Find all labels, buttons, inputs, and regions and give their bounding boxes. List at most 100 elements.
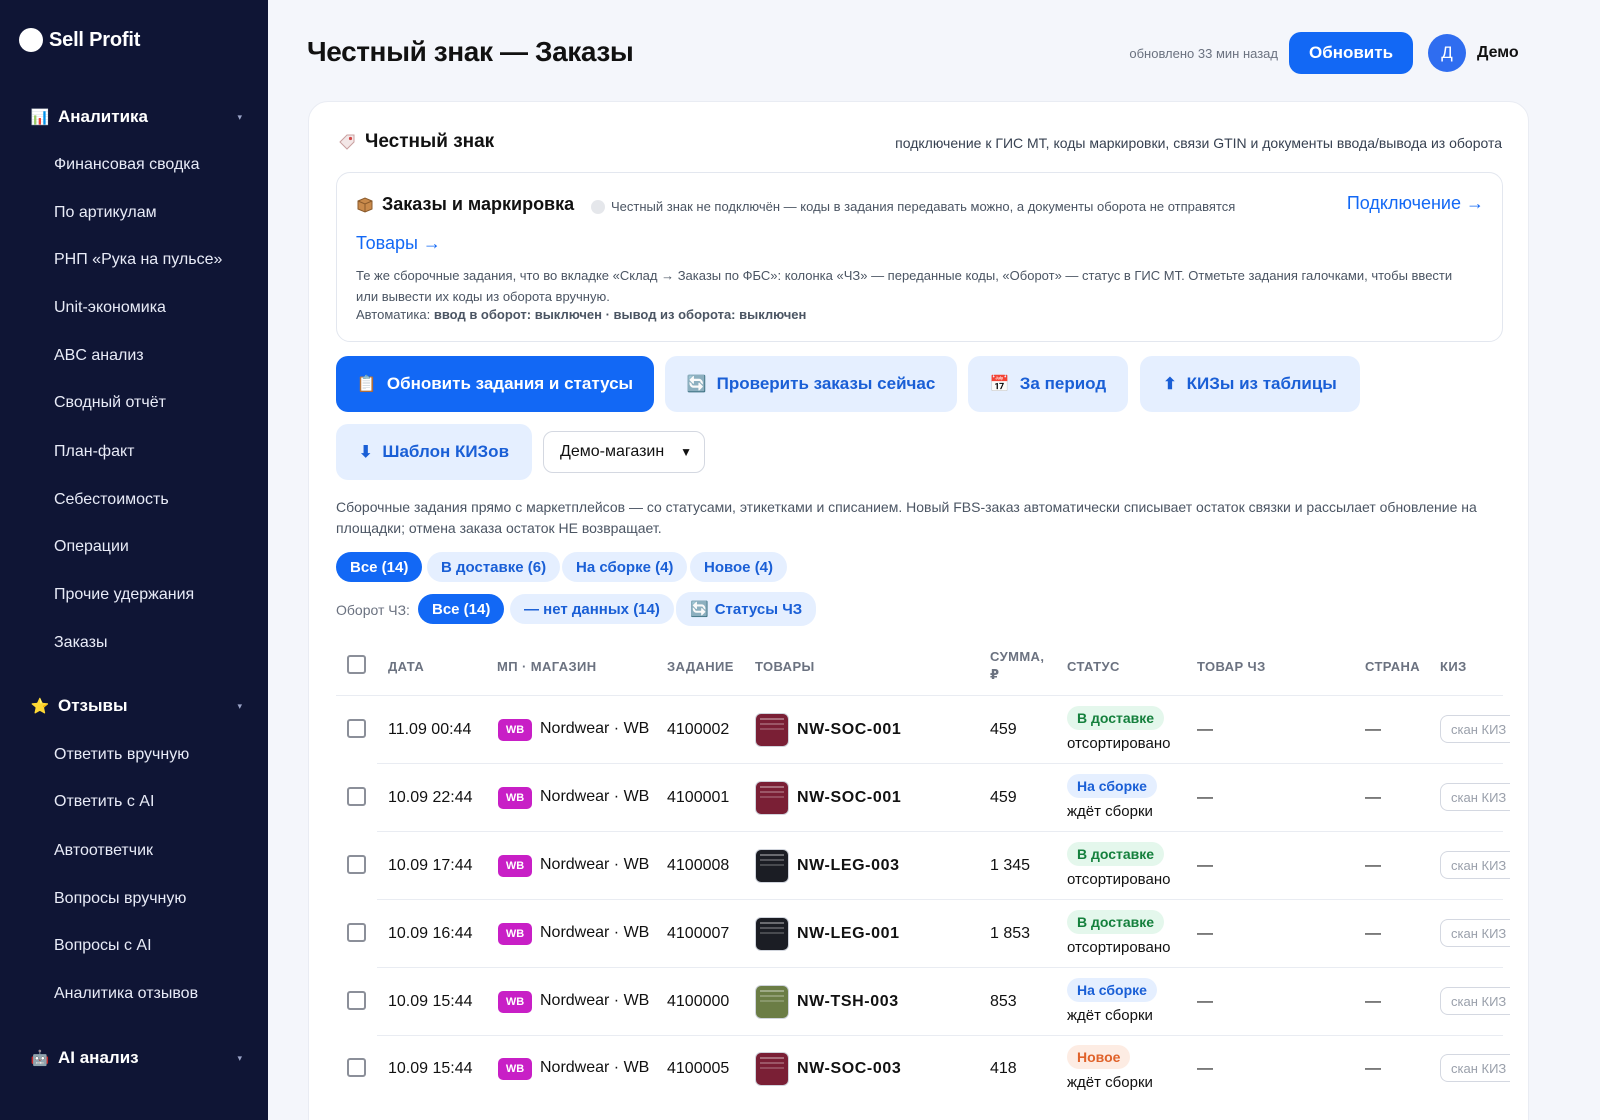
updated-timestamp: обновлено 33 мин назад <box>1129 46 1278 61</box>
row-checkbox[interactable] <box>347 719 366 738</box>
update-tasks-button[interactable]: 📋 Обновить задания и статусы <box>336 356 654 412</box>
sidebar-item-other-deductions[interactable]: Прочие удержания <box>54 586 194 604</box>
row-date: 10.09 15:44 <box>388 1060 473 1077</box>
row-sku[interactable]: NW-SOC-001 <box>797 721 901 739</box>
row-sum: 459 <box>990 721 1017 738</box>
brand[interactable]: Sell Profit <box>19 28 140 52</box>
sidebar-item-questions-ai[interactable]: Вопросы с AI <box>54 937 152 955</box>
robot-icon: 🤖 <box>30 1050 50 1067</box>
chevron-down-icon: ▾ <box>237 111 242 122</box>
sidebar-item-review-analytics[interactable]: Аналитика отзывов <box>54 985 198 1003</box>
user-name[interactable]: Демо <box>1477 44 1519 62</box>
sidebar-item-reply-ai[interactable]: Ответить с AI <box>54 793 154 811</box>
store-select[interactable]: Демо-магазин ▼ <box>543 431 705 473</box>
row-substatus: ждёт сборки <box>1067 803 1153 820</box>
sidebar-item-plan-fact[interactable]: План-факт <box>54 443 134 461</box>
row-country: — <box>1365 1060 1381 1077</box>
column-header-country[interactable]: СТРАНА <box>1365 658 1420 676</box>
sidebar-item-financial-summary[interactable]: Финансовая сводка <box>54 156 200 174</box>
sidebar-section-ai-analysis[interactable]: 🤖 AI анализ ▾ <box>30 1048 242 1068</box>
sidebar-item-summary-report[interactable]: Сводный отчёт <box>54 394 166 412</box>
product-thumbnail <box>755 781 789 815</box>
sidebar-item-by-sku[interactable]: По артикулам <box>54 204 157 222</box>
clipboard-icon: 📋 <box>356 376 377 393</box>
kiz-scan-input[interactable]: скан КИЗ <box>1440 1054 1510 1082</box>
row-checkbox[interactable] <box>347 787 366 806</box>
column-header-marketplace[interactable]: МП · МАГАЗИН <box>497 658 597 676</box>
kiz-scan-input[interactable]: скан КИЗ <box>1440 919 1510 947</box>
sidebar-item-abc[interactable]: ABC анализ <box>54 347 144 365</box>
marketplace-badge: WB <box>498 719 532 741</box>
connection-link[interactable]: Подключение → <box>1347 193 1484 214</box>
tag-icon <box>339 134 355 150</box>
refresh-button[interactable]: Обновить <box>1289 32 1413 74</box>
period-button[interactable]: 📅 За период <box>968 356 1128 412</box>
sidebar-item-autoresponder[interactable]: Автоответчик <box>54 842 153 860</box>
row-sku[interactable]: NW-SOC-003 <box>797 1060 901 1078</box>
sidebar-item-rnp[interactable]: РНП «Рука на пульсе» <box>54 251 222 269</box>
row-sku[interactable]: NW-SOC-001 <box>797 789 901 807</box>
turnover-filter-no-data[interactable]: — нет данных (14) <box>510 594 674 624</box>
kiz-scan-input[interactable]: скан КИЗ <box>1440 987 1510 1015</box>
kiz-from-table-label: КИЗы из таблицы <box>1186 374 1337 393</box>
row-checkbox[interactable] <box>347 855 366 874</box>
product-thumbnail <box>755 917 789 951</box>
kiz-scan-input[interactable]: скан КИЗ <box>1440 783 1510 811</box>
refresh-icon: 🔄 <box>690 601 709 618</box>
row-divider <box>377 763 1503 764</box>
row-sku[interactable]: NW-LEG-003 <box>797 857 900 875</box>
status-badge: В доставке <box>1067 706 1165 730</box>
row-sku[interactable]: NW-TSH-003 <box>797 993 899 1011</box>
sidebar-section-label: Аналитика <box>58 107 148 126</box>
column-header-good-cz[interactable]: ТОВАР ЧЗ <box>1197 658 1266 676</box>
filter-assembly[interactable]: На сборке (4) <box>562 552 688 582</box>
column-header-sum[interactable]: СУММА, ₽ <box>990 648 1050 684</box>
column-header-kiz[interactable]: КИЗ <box>1440 658 1467 676</box>
kiz-from-table-button[interactable]: ⬆ КИЗы из таблицы <box>1140 356 1360 412</box>
turnover-filter-all[interactable]: Все (14) <box>418 594 505 624</box>
kiz-scan-input[interactable]: скан КИЗ <box>1440 715 1510 743</box>
automation-value: ввод в оборот: выключен · вывод из оборо… <box>433 307 807 322</box>
sidebar-section-reviews[interactable]: ⭐ Отзывы ▾ <box>30 696 242 716</box>
row-checkbox[interactable] <box>347 1058 366 1077</box>
sidebar-item-unit-economics[interactable]: Unit-экономика <box>54 299 166 317</box>
cz-statuses-button[interactable]: 🔄 Статусы ЧЗ <box>676 592 817 626</box>
card-title: Честный знак <box>337 131 494 153</box>
row-date: 10.09 16:44 <box>388 925 473 942</box>
filter-all[interactable]: Все (14) <box>336 552 423 582</box>
check-orders-button[interactable]: 🔄 Проверить заказы сейчас <box>665 356 957 412</box>
star-icon: ⭐ <box>30 698 50 715</box>
status-badge: Новое <box>1067 1045 1131 1069</box>
column-header-date[interactable]: ДАТА <box>388 658 424 676</box>
status-badge: На сборке <box>1067 774 1157 798</box>
kiz-scan-input[interactable]: скан КИЗ <box>1440 851 1510 879</box>
row-checkbox[interactable] <box>347 923 366 942</box>
avatar[interactable]: Д <box>1428 34 1466 72</box>
sidebar-item-orders[interactable]: Заказы <box>54 634 107 652</box>
row-sku[interactable]: NW-LEG-001 <box>797 925 900 943</box>
kiz-template-button[interactable]: ⬇ Шаблон КИЗов <box>336 424 532 480</box>
row-store: Nordwear · WB <box>540 720 650 737</box>
column-header-task[interactable]: ЗАДАНИЕ <box>667 658 734 676</box>
check-orders-label: Проверить заказы сейчас <box>716 374 936 393</box>
chevron-down-icon: ▾ <box>237 700 242 711</box>
panel-title-text: Заказы и маркировка <box>382 194 575 214</box>
product-thumbnail <box>755 985 789 1019</box>
sidebar-item-cost[interactable]: Себестоимость <box>54 491 169 509</box>
filter-new[interactable]: Новое (4) <box>690 552 788 582</box>
row-country: — <box>1365 993 1381 1010</box>
row-date: 10.09 17:44 <box>388 857 473 874</box>
sidebar-section-analytics[interactable]: 📊 Аналитика ▾ <box>30 107 242 127</box>
select-all-checkbox[interactable] <box>347 655 366 674</box>
sidebar-item-questions-manual[interactable]: Вопросы вручную <box>54 890 186 908</box>
marketplace-badge: WB <box>498 991 532 1013</box>
goods-link[interactable]: Товары → <box>356 233 441 254</box>
column-header-goods[interactable]: ТОВАРЫ <box>755 658 815 676</box>
filter-in-delivery[interactable]: В доставке (6) <box>427 552 561 582</box>
automation-status: Автоматика: ввод в оборот: выключен · вы… <box>356 307 806 322</box>
sidebar-item-reply-manual[interactable]: Ответить вручную <box>54 746 189 764</box>
sidebar-item-operations[interactable]: Операции <box>54 538 129 556</box>
row-substatus: отсортировано <box>1067 871 1171 888</box>
row-checkbox[interactable] <box>347 991 366 1010</box>
column-header-status[interactable]: СТАТУС <box>1067 658 1120 676</box>
